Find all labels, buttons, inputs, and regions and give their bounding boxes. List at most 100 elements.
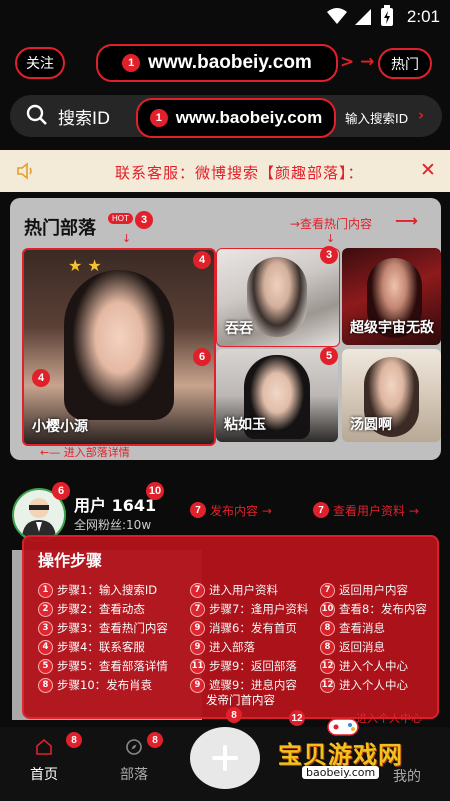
status-time: 2:01 (406, 7, 440, 26)
step-badge: 12 (320, 677, 335, 693)
step-badge: 8 (320, 620, 335, 636)
down-arrow-icon: ↓ (326, 232, 336, 245)
hot-title: 热门部落 (24, 218, 96, 239)
step-item[interactable]: 1 步骤1：输入搜索ID (38, 582, 157, 598)
step-item[interactable]: 12 进入个人中心 (320, 658, 408, 674)
star-icon: ★ ★ (68, 256, 102, 275)
step-item[interactable]: 9 进入部落 (190, 639, 255, 655)
step-item[interactable]: 8 步骤10：发布肖袁 (38, 677, 152, 693)
step-item[interactable]: 10 查看8：发布内容 (320, 601, 427, 617)
enter-detail-link[interactable]: ←— 进入部落详情 (40, 444, 130, 460)
step-text: 进入个人中心 (339, 678, 408, 692)
extra-step: 发帝门首内容 (206, 693, 275, 707)
step-badge: 4 (193, 251, 211, 269)
step-item[interactable]: 7 进入用户资料 (190, 582, 278, 598)
step-item[interactable]: 9 消骤6：发有首页 (190, 620, 297, 636)
tribe-card-large[interactable]: ★ ★ 小樱小源 (22, 248, 216, 446)
search-label: 搜索ID (58, 109, 111, 129)
tribe-card[interactable]: 吞吞 (216, 248, 340, 347)
watermark-title: 宝贝游戏网 (278, 741, 403, 769)
step-text: 步骤2：查看动态 (57, 602, 145, 616)
nav-home[interactable]: 首页 (22, 738, 66, 788)
add-button[interactable] (190, 727, 260, 789)
chevron-right-icon: › (418, 106, 425, 124)
step-text: 返回用户内容 (339, 583, 408, 597)
step-badge: 7 (313, 502, 329, 518)
step-badge: 9 (190, 639, 205, 655)
step-text: 消骤6：发有首页 (209, 621, 297, 635)
step-item[interactable]: 8 查看消息 (320, 620, 385, 636)
home-icon (36, 738, 52, 755)
user-name: 用户 1641 (74, 496, 157, 515)
step-text: 查看8：发布内容 (339, 602, 427, 616)
notice-bar: 联系客服：微博搜索【颜趣部落】： ✕ (0, 150, 450, 192)
hot-button[interactable]: 热门 (378, 48, 432, 79)
card-name: 小樱小源 (32, 419, 88, 435)
step-text: 遮骤9：进息内容 (209, 678, 297, 692)
view-profile-link[interactable]: 查看用户资料 → (333, 502, 419, 519)
search-input-hint[interactable]: 输入搜索ID (345, 108, 408, 127)
step-text: 进入个人中心 (339, 659, 408, 673)
step-badge: 10 (146, 482, 164, 500)
down-arrow-icon: ↓ (122, 232, 132, 245)
step-text: 步骤3：查看热门内容 (57, 621, 168, 635)
step-badge: 5 (320, 347, 338, 365)
step-badge: 12 (289, 710, 305, 726)
step-badge: 1 (122, 54, 141, 72)
step-text: 步骤5：查看部落详情 (57, 659, 168, 673)
step-badge: 7 (320, 582, 335, 598)
step-text: 步骤1：输入搜索ID (57, 583, 158, 597)
url-text: www.baobeiy.com (175, 108, 323, 127)
step-item[interactable]: 11 步骤9：返回部落 (190, 658, 297, 674)
step-badge: 4 (38, 639, 53, 655)
step-item[interactable]: 7 步骤7：逢用户资料 (190, 601, 308, 617)
step-item[interactable]: 4 步骤4：联系客服 (38, 639, 145, 655)
status-bar: 2:01 (0, 0, 450, 32)
step-text: 步骤10：发布肖袁 (57, 678, 153, 692)
follow-label: 关注 (26, 56, 54, 72)
close-icon[interactable]: ✕ (420, 159, 436, 181)
step-item[interactable]: 9 遮骤9：进息内容 (190, 677, 297, 693)
tribe-card[interactable]: 汤圆啊 (342, 349, 441, 442)
step-badge: 8 (320, 639, 335, 655)
step-badge: 7 (190, 582, 205, 598)
step-badge: 9 (190, 677, 205, 693)
step-badge: 12 (320, 658, 335, 674)
person-image (247, 257, 307, 337)
step-item[interactable]: 7 返回用户内容 (320, 582, 408, 598)
step-item[interactable]: 12 进入个人中心 (320, 677, 408, 693)
url-banner-search: 1 www.baobeiy.com (136, 98, 336, 138)
step-text: 查看消息 (339, 621, 385, 635)
search-icon (26, 104, 48, 130)
notice-text: 联系客服：微博搜索【颜趣部落】： (115, 164, 364, 182)
card-name: 吞吞 (225, 321, 253, 337)
step-text: 进入用户资料 (209, 583, 278, 597)
follow-button[interactable]: 关注 (15, 47, 65, 79)
step-badge: 8 (147, 732, 163, 748)
step-item[interactable]: 5 步骤5：查看部落详情 (38, 658, 168, 674)
watermark-logo: 宝贝游戏网 baobeiy.com (278, 718, 418, 785)
tribe-card[interactable]: 粘如玉 (216, 349, 338, 442)
tribe-card[interactable]: 超级宇宙无敌 (342, 248, 441, 345)
step-badge: 8 (66, 732, 82, 748)
battery-icon (380, 5, 394, 31)
step-badge: 8 (226, 707, 242, 723)
step-item[interactable]: 3 步骤3：查看热门内容 (38, 620, 168, 636)
step-item[interactable]: 8 返回消息 (320, 639, 385, 655)
nav-home-label: 首页 (30, 767, 58, 783)
step-badge: 7 (190, 601, 205, 617)
view-hot-link[interactable]: →查看热门内容 (290, 215, 372, 232)
watermark-url: baobeiy.com (302, 766, 380, 779)
steps-title: 操作步骤 (38, 551, 103, 570)
publish-link[interactable]: 发布内容 → (210, 502, 272, 519)
step-text: 步骤9：返回部落 (209, 659, 297, 673)
signal-icon (354, 8, 372, 30)
step-badge: 3 (38, 620, 53, 636)
hot-tribe-section: 热门部落 HOT 3 ↓ →查看热门内容 ⟶ ↓ ★ ★ 小樱小源 4 6 4 … (10, 198, 441, 460)
step-text: 步骤4：联系客服 (57, 640, 145, 654)
enter-center-link[interactable]: 进入个人中心 (356, 710, 422, 726)
step-item[interactable]: 2 步骤2：查看动态 (38, 601, 145, 617)
plus-icon (212, 745, 238, 771)
step-badge: 6 (193, 348, 211, 366)
user-fans: 全网粉丝:10w (74, 518, 152, 532)
